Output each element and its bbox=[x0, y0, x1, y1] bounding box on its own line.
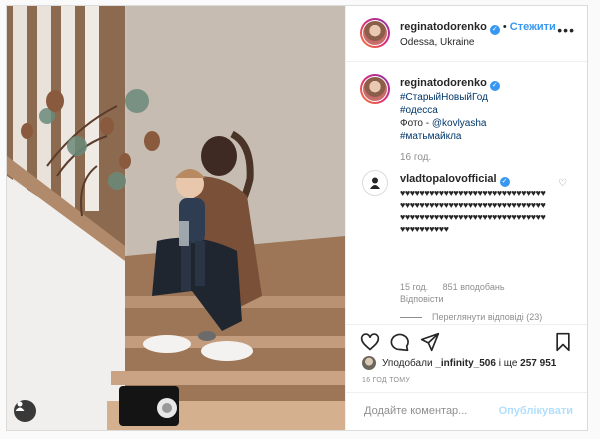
comment-text: ♥♥♥♥♥♥♥♥♥♥♥♥♥♥♥♥♥♥♥♥♥♥♥♥♥♥♥♥♥♥♥♥♥♥♥♥♥♥♥♥… bbox=[400, 188, 546, 234]
heart-icon[interactable] bbox=[360, 332, 380, 352]
photo-illustration bbox=[7, 6, 345, 430]
likes-count[interactable]: 257 951 bbox=[520, 358, 556, 369]
user-tag-icon[interactable] bbox=[14, 400, 36, 422]
author-avatar[interactable] bbox=[360, 18, 390, 48]
author-username[interactable]: reginatodorenko bbox=[400, 21, 487, 33]
comment-timestamp: 15 год. bbox=[400, 282, 429, 292]
comments-section: reginatodorenko ✓ #СтарыйНовыйГод #одесса… bbox=[346, 62, 587, 324]
post-caption: reginatodorenko ✓ #СтарыйНовыйГод #одесса… bbox=[400, 77, 580, 143]
reply-button[interactable]: Відповісти bbox=[400, 294, 444, 304]
post-location[interactable]: Odessa, Ukraine bbox=[400, 37, 474, 48]
caption-username[interactable]: reginatodorenko bbox=[400, 77, 487, 89]
comment-likes[interactable]: 851 вподобань bbox=[443, 282, 505, 292]
instagram-post: reginatodorenko ✓ • Стежити Odessa, Ukrai… bbox=[6, 5, 588, 431]
liker-username[interactable]: _infinity_506 bbox=[435, 358, 496, 369]
publish-button[interactable]: Опублікувати bbox=[499, 405, 573, 417]
comment-bubble-icon[interactable] bbox=[390, 332, 410, 352]
action-bar bbox=[346, 324, 587, 356]
likes-summary: Уподобали _infinity_506 і ще 257 951 bbox=[362, 356, 556, 370]
follow-button[interactable]: Стежити bbox=[510, 21, 556, 33]
hashtag-link[interactable]: #СтарыйНовыйГод bbox=[400, 91, 580, 104]
post-photo[interactable] bbox=[7, 6, 345, 430]
caption-author-avatar[interactable] bbox=[360, 74, 390, 104]
post-timestamp[interactable]: 16 ГОД ТОМУ bbox=[362, 377, 410, 384]
photo-credit-label: Фото - bbox=[400, 118, 432, 129]
add-comment-bar: Опублікувати bbox=[346, 392, 587, 430]
verified-badge-icon: ✓ bbox=[489, 25, 500, 35]
view-replies-button[interactable]: Переглянути відповіді (23) bbox=[400, 312, 542, 322]
commenter-username[interactable]: vladtopalovofficial bbox=[400, 173, 497, 185]
hashtag-link[interactable]: #одесса bbox=[400, 104, 580, 117]
mention-link[interactable]: @kovlyasha bbox=[432, 118, 487, 129]
bookmark-icon[interactable] bbox=[553, 332, 573, 352]
liker-avatar[interactable] bbox=[362, 356, 376, 370]
comment: vladtopalovofficial ✓ ♥♥♥♥♥♥♥♥♥♥♥♥♥♥♥♥♥♥♥… bbox=[400, 173, 550, 235]
caption-timestamp: 16 год. bbox=[400, 152, 432, 163]
verified-badge-icon: ✓ bbox=[489, 81, 500, 91]
commenter-avatar[interactable] bbox=[362, 170, 388, 196]
paper-plane-icon[interactable] bbox=[420, 332, 440, 352]
post-details-panel: reginatodorenko ✓ • Стежити Odessa, Ukrai… bbox=[345, 6, 587, 430]
more-options-icon[interactable]: ••• bbox=[557, 22, 575, 38]
hashtag-link[interactable]: #матьмайкла bbox=[400, 130, 580, 143]
post-header: reginatodorenko ✓ • Стежити Odessa, Ukrai… bbox=[346, 6, 587, 62]
comment-input[interactable] bbox=[362, 404, 506, 418]
verified-badge-icon: ✓ bbox=[499, 177, 510, 187]
comment-heart-icon[interactable]: ♡ bbox=[558, 178, 567, 189]
